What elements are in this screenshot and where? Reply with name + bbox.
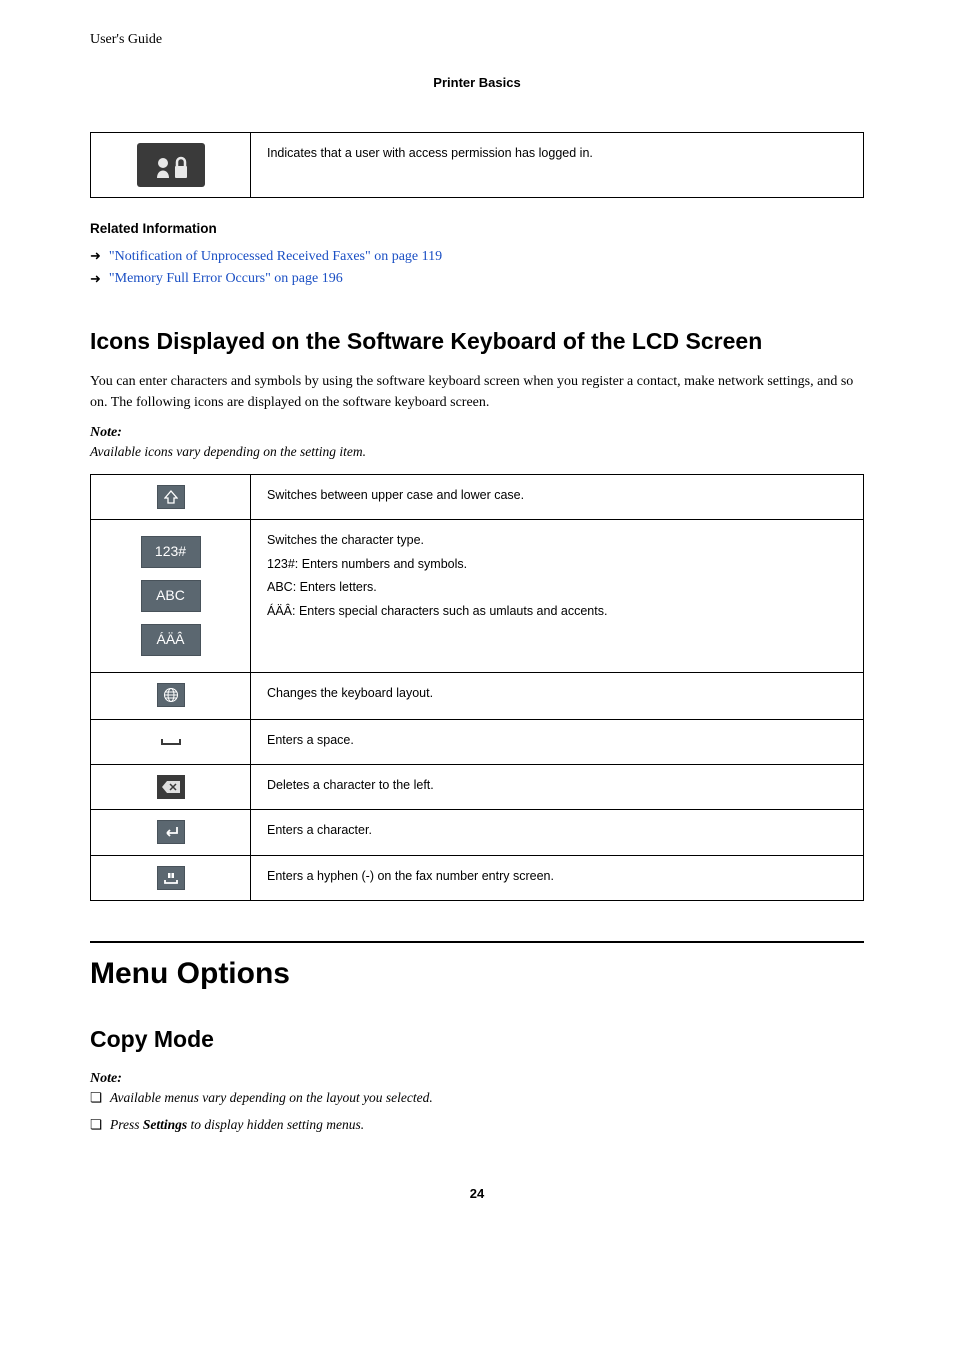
chartype-desc-abc: ABC: Enters letters. — [267, 579, 847, 597]
icons-section-intro: You can enter characters and symbols by … — [90, 371, 864, 413]
related-link-row: ➜ "Notification of Unprocessed Received … — [90, 247, 864, 267]
login-icon-desc: Indicates that a user with access permis… — [251, 132, 864, 197]
layout-icon-cell — [91, 673, 251, 720]
keyboard-icons-table: Switches between upper case and lower ca… — [90, 474, 864, 902]
backspace-icon — [157, 775, 185, 799]
layout-icon-desc: Changes the keyboard layout. — [251, 673, 864, 720]
copy-mode-notes: Available menus vary depending on the la… — [90, 1089, 864, 1135]
menu-options-heading: Menu Options — [90, 941, 864, 995]
arrow-right-icon: ➜ — [90, 270, 101, 288]
chartype-desc: Switches the character type. 123#: Enter… — [251, 520, 864, 673]
space-icon-desc: Enters a space. — [251, 719, 864, 764]
chartype-desc-main: Switches the character type. — [267, 532, 847, 550]
space-icon — [157, 730, 185, 754]
copy-mode-note-1: Available menus vary depending on the la… — [90, 1089, 864, 1108]
related-info-heading: Related Information — [90, 220, 864, 239]
chartype-icon-cell: 123# ABC ÁÄÂ — [91, 520, 251, 673]
related-link-2[interactable]: "Memory Full Error Occurs" on page 196 — [109, 269, 343, 289]
shift-icon-desc: Switches between upper case and lower ca… — [251, 474, 864, 520]
chartype-desc-accent: ÁÄÂ: Enters special characters such as u… — [267, 603, 847, 621]
note-label-2: Note: — [90, 1069, 864, 1089]
login-icon-table: Indicates that a user with access permis… — [90, 132, 864, 198]
hyphen-icon-cell — [91, 855, 251, 901]
copy-mode-note-2: Press Settings to display hidden setting… — [90, 1116, 864, 1135]
note-label: Note: — [90, 423, 864, 443]
chartype-accent-icon: ÁÄÂ — [141, 624, 201, 656]
chartype-123-icon: 123# — [141, 536, 201, 568]
note-text: Available icons vary depending on the se… — [90, 443, 864, 462]
icons-section-title: Icons Displayed on the Software Keyboard… — [90, 325, 864, 357]
globe-icon — [157, 683, 185, 707]
enter-icon — [157, 820, 185, 844]
login-icon-cell — [91, 132, 251, 197]
arrow-right-icon: ➜ — [90, 247, 101, 265]
enter-icon-cell — [91, 810, 251, 856]
space-icon-cell — [91, 719, 251, 764]
page-number: 24 — [90, 1185, 864, 1203]
header-guide: User's Guide — [90, 30, 864, 50]
shift-icon-cell — [91, 474, 251, 520]
chartype-abc-icon: ABC — [141, 580, 201, 612]
chartype-desc-123: 123#: Enters numbers and symbols. — [267, 556, 847, 574]
backspace-icon-cell — [91, 764, 251, 810]
backspace-icon-desc: Deletes a character to the left. — [251, 764, 864, 810]
related-link-1[interactable]: "Notification of Unprocessed Received Fa… — [109, 247, 442, 267]
header-section-title: Printer Basics — [90, 74, 864, 92]
related-link-row: ➜ "Memory Full Error Occurs" on page 196 — [90, 269, 864, 289]
hyphen-icon-desc: Enters a hyphen (-) on the fax number en… — [251, 855, 864, 901]
shift-icon — [157, 485, 185, 509]
pause-hyphen-icon — [157, 866, 185, 890]
enter-icon-desc: Enters a character. — [251, 810, 864, 856]
user-login-icon — [137, 143, 205, 187]
copy-mode-heading: Copy Mode — [90, 1023, 864, 1055]
